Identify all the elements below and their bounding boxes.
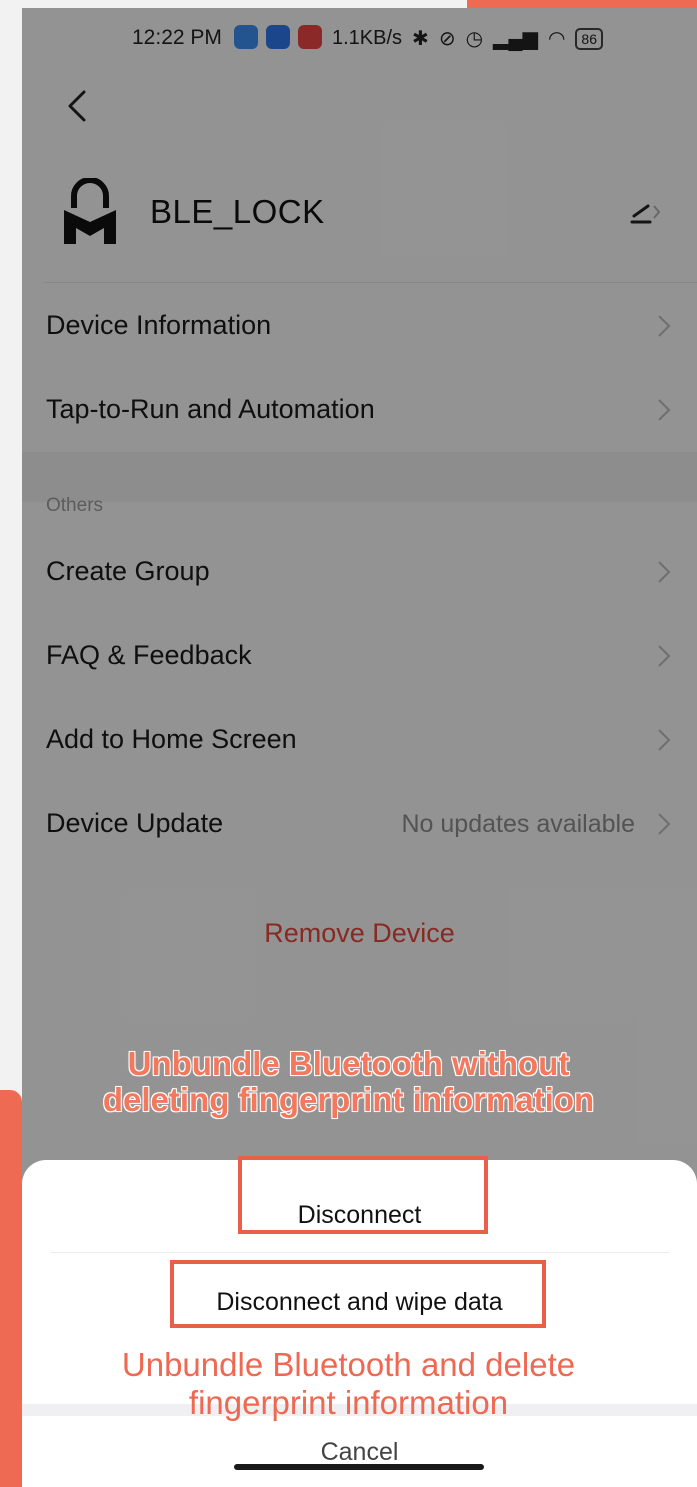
cancel-button[interactable]: Cancel <box>22 1422 697 1482</box>
annotation-bottom-line2: fingerprint information <box>188 1384 509 1421</box>
highlight-disconnect-wipe <box>170 1260 546 1328</box>
home-indicator <box>234 1464 484 1470</box>
decorative-frame-left <box>0 1090 22 1487</box>
annotation-top-line1: Unbundle Bluetooth without <box>127 1045 570 1082</box>
annotation-top: Unbundle Bluetooth without deleting fing… <box>0 1045 697 1118</box>
decorative-frame-top <box>467 0 697 8</box>
annotation-top-line2: deleting fingerprint information <box>102 1081 595 1118</box>
divider <box>50 1252 670 1253</box>
highlight-disconnect <box>238 1156 488 1234</box>
annotation-bottom-line1: Unbundle Bluetooth and delete <box>121 1346 576 1383</box>
annotation-bottom: Unbundle Bluetooth and delete fingerprin… <box>0 1346 697 1422</box>
